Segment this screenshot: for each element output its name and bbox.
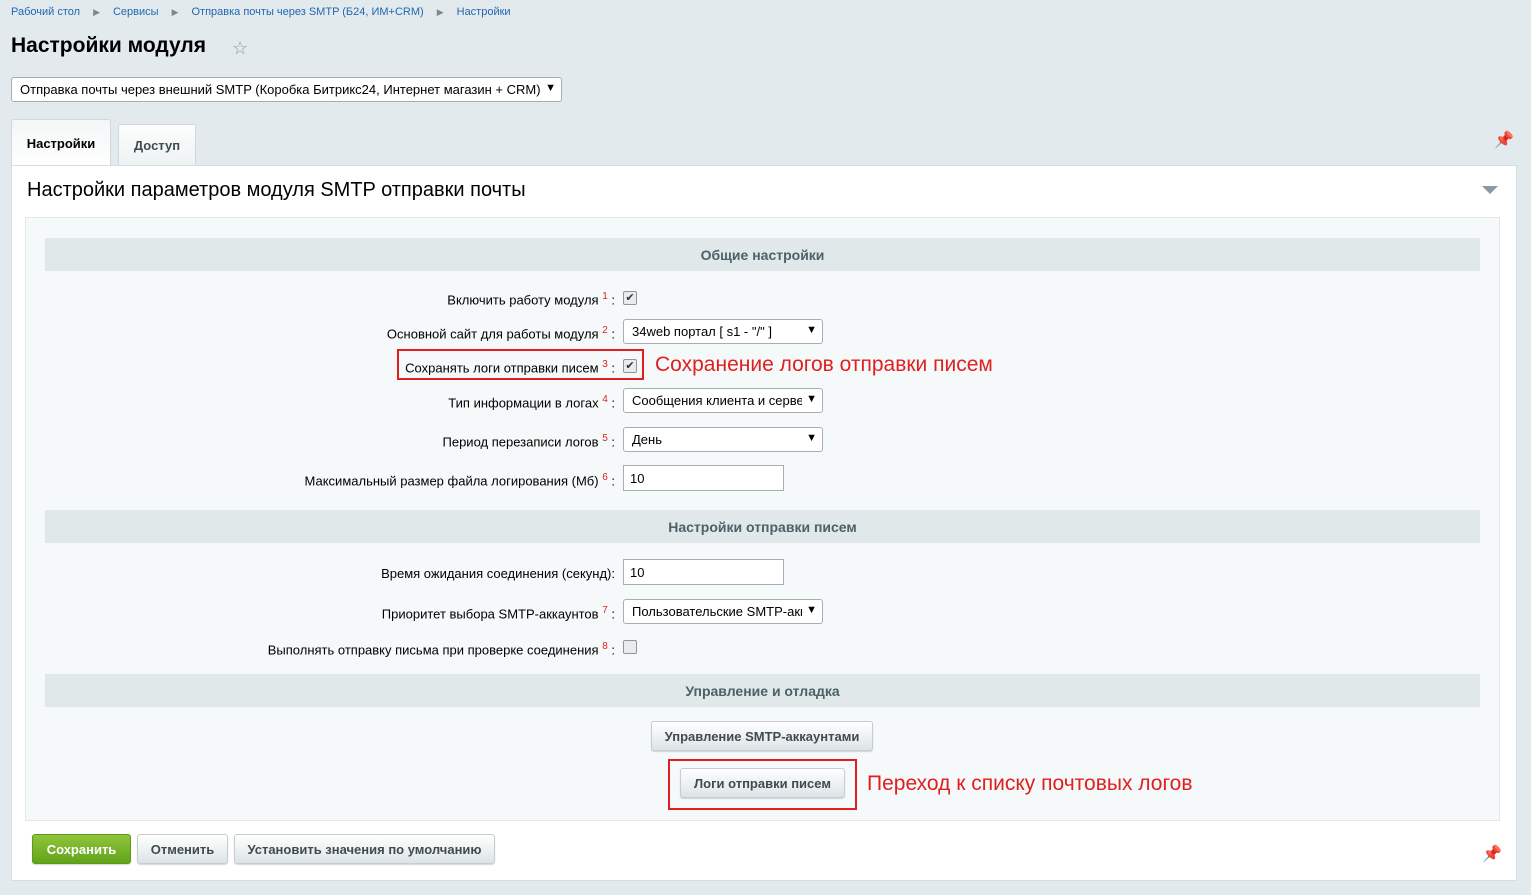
pin-icon[interactable]: 📌 — [1482, 844, 1502, 864]
timeout-input[interactable]: 10 — [623, 559, 784, 585]
log-type-select-value: Сообщения клиента и серве — [632, 393, 802, 408]
timeout-label: Время ожидания соединения (секунд): — [381, 566, 615, 581]
settings-form: Общие настройки Включить работу модуля 1… — [25, 217, 1500, 821]
highlight-save-logs — [397, 349, 644, 380]
save-button[interactable]: Сохранить — [32, 834, 131, 864]
chevron-right-icon: ▶ — [93, 6, 100, 17]
enable-checkbox[interactable]: ✔ — [623, 291, 637, 305]
chevron-down-icon: ▼ — [806, 432, 817, 444]
annotation-logs-link: Переход к списку почтовых логов — [867, 772, 1193, 795]
breadcrumb-desktop[interactable]: Рабочий стол — [11, 6, 80, 18]
tab-access[interactable]: Доступ — [118, 124, 196, 166]
module-select[interactable]: Отправка почты через внешний SMTP (Короб… — [11, 77, 562, 102]
annotation-save-logs: Сохранение логов отправки писем — [655, 353, 993, 376]
log-size-label: Максимальный размер файла логирования (М… — [304, 472, 615, 489]
star-icon[interactable]: ☆ — [232, 38, 248, 59]
site-select[interactable]: 34web портал [ s1 - "/" ] ▼ — [623, 319, 823, 344]
breadcrumb-services[interactable]: Сервисы — [113, 6, 159, 18]
log-period-label: Период перезаписи логов 5 : — [442, 433, 616, 450]
chevron-right-icon: ▶ — [171, 6, 179, 17]
priority-select[interactable]: Пользовательские SMTP-акк ▼ — [623, 599, 823, 624]
chevron-down-icon: ▼ — [806, 604, 817, 616]
section-general: Общие настройки — [45, 238, 1480, 271]
chevron-right-icon: ▶ — [436, 6, 444, 17]
breadcrumb-settings[interactable]: Настройки — [457, 6, 511, 18]
pin-icon[interactable]: 📌 — [1494, 130, 1514, 150]
breadcrumb: Рабочий стол ▶ Сервисы ▶ Отправка почты … — [11, 6, 511, 18]
send-on-check-checkbox[interactable] — [623, 640, 637, 654]
log-type-label: Тип информации в логах 4 : — [448, 394, 615, 411]
log-type-select[interactable]: Сообщения клиента и серве ▼ — [623, 388, 823, 413]
tab-settings[interactable]: Настройки — [11, 119, 111, 166]
manage-smtp-accounts-button[interactable]: Управление SMTP-аккаунтами — [651, 721, 873, 751]
collapse-icon[interactable] — [1482, 186, 1498, 194]
log-size-input[interactable]: 10 — [623, 465, 784, 491]
module-select-value: Отправка почты через внешний SMTP (Короб… — [20, 82, 541, 97]
priority-label: Приоритет выбора SMTP-аккаунтов 7 : — [381, 605, 615, 622]
site-label: Основной сайт для работы модуля 2 : — [386, 325, 615, 342]
highlight-logs-button — [668, 759, 857, 810]
cancel-button[interactable]: Отменить — [137, 834, 228, 864]
section-sending: Настройки отправки писем — [45, 510, 1480, 543]
enable-label: Включить работу модуля 1 : — [447, 291, 615, 308]
chevron-down-icon: ▼ — [545, 82, 556, 94]
log-period-select-value: День — [632, 432, 662, 447]
breadcrumb-module[interactable]: Отправка почты через SMTP (Б24, ИМ+CRM) — [191, 6, 423, 18]
chevron-down-icon: ▼ — [806, 324, 817, 336]
priority-select-value: Пользовательские SMTP-акк — [632, 604, 802, 619]
send-on-check-label: Выполнять отправку письма при проверке с… — [267, 641, 615, 658]
log-period-select[interactable]: День ▼ — [623, 427, 823, 452]
panel-title: Настройки параметров модуля SMTP отправк… — [27, 179, 526, 201]
chevron-down-icon: ▼ — [806, 393, 817, 405]
site-select-value: 34web портал [ s1 - "/" ] — [632, 324, 772, 339]
defaults-button[interactable]: Установить значения по умолчанию — [234, 834, 495, 864]
page-title: Настройки модуля — [11, 34, 207, 57]
section-manage: Управление и отладка — [45, 674, 1480, 707]
